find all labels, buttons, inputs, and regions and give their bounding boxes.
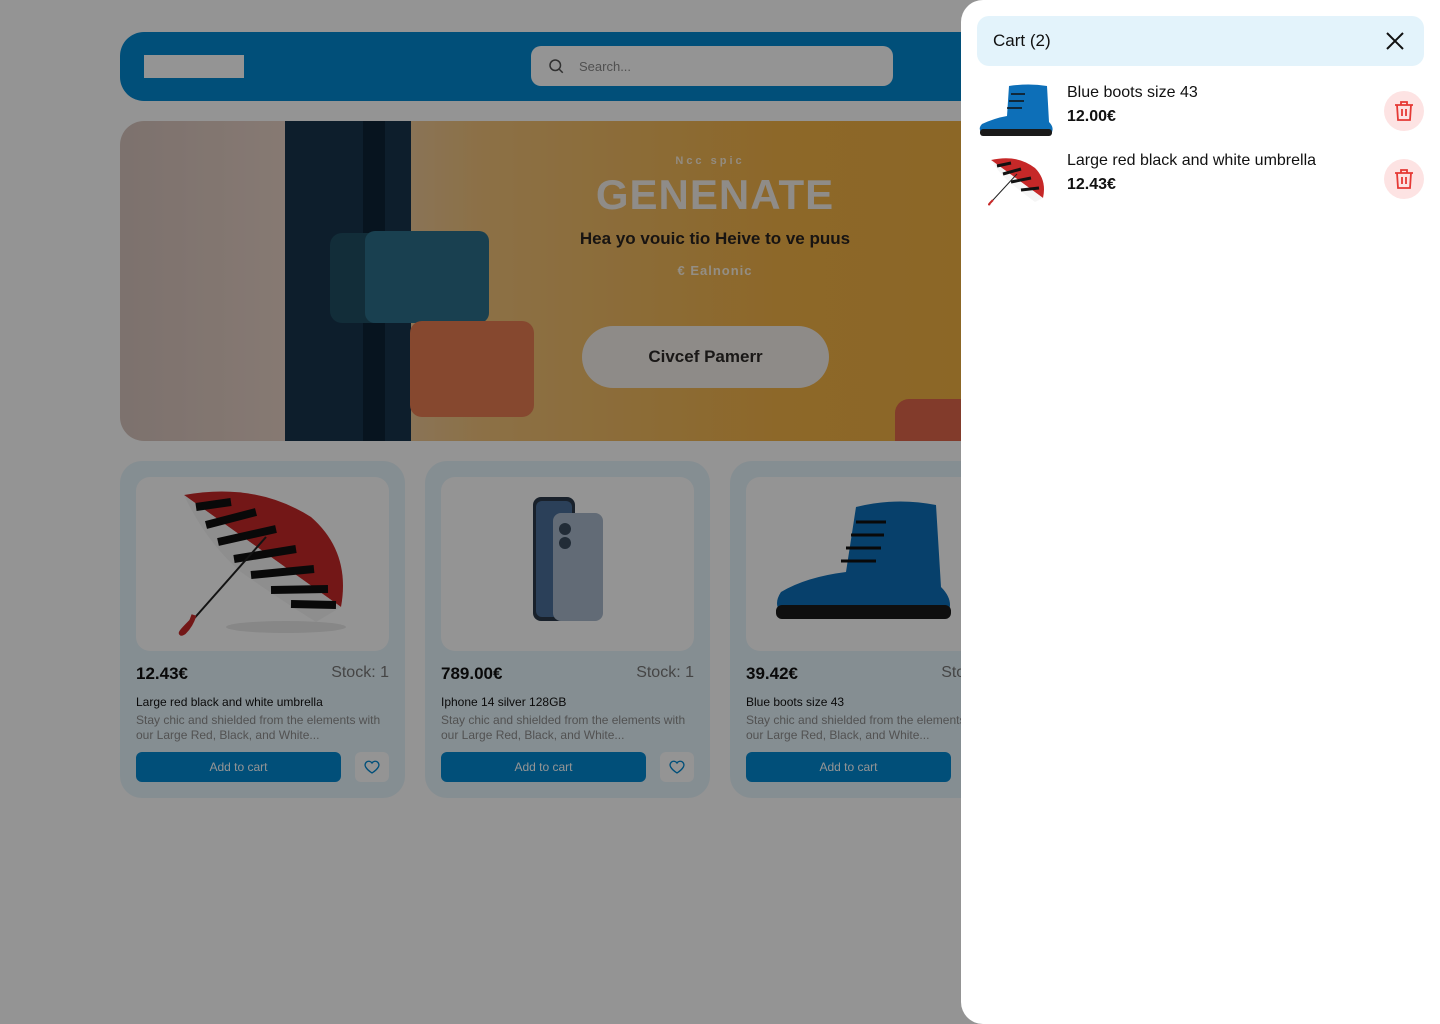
cart-item-name: Large red black and white umbrella [1067, 152, 1317, 169]
trash-icon [1395, 169, 1413, 189]
umbrella-image [988, 158, 1044, 206]
cart-item-name: Blue boots size 43 [1067, 84, 1198, 101]
cart-title: Cart (2) [993, 31, 1051, 50]
cart-drawer: Cart (2) Blue boots size 43 12.00€ Large… [961, 0, 1440, 1024]
boot-image [979, 84, 1053, 136]
cart-item-image [977, 150, 1055, 208]
cart-item-image [977, 82, 1055, 140]
cart-item: Blue boots size 43 12.00€ [977, 82, 1424, 140]
cart-item: Large red black and white umbrella 12.43… [977, 150, 1424, 208]
cart-item-price: 12.43€ [1067, 176, 1116, 193]
remove-item-button[interactable] [1384, 159, 1424, 199]
close-button[interactable] [1382, 28, 1408, 54]
cart-item-price: 12.00€ [1067, 108, 1116, 125]
close-icon [1386, 32, 1404, 50]
trash-icon [1395, 101, 1413, 121]
cart-header: Cart (2) [977, 16, 1424, 66]
remove-item-button[interactable] [1384, 91, 1424, 131]
